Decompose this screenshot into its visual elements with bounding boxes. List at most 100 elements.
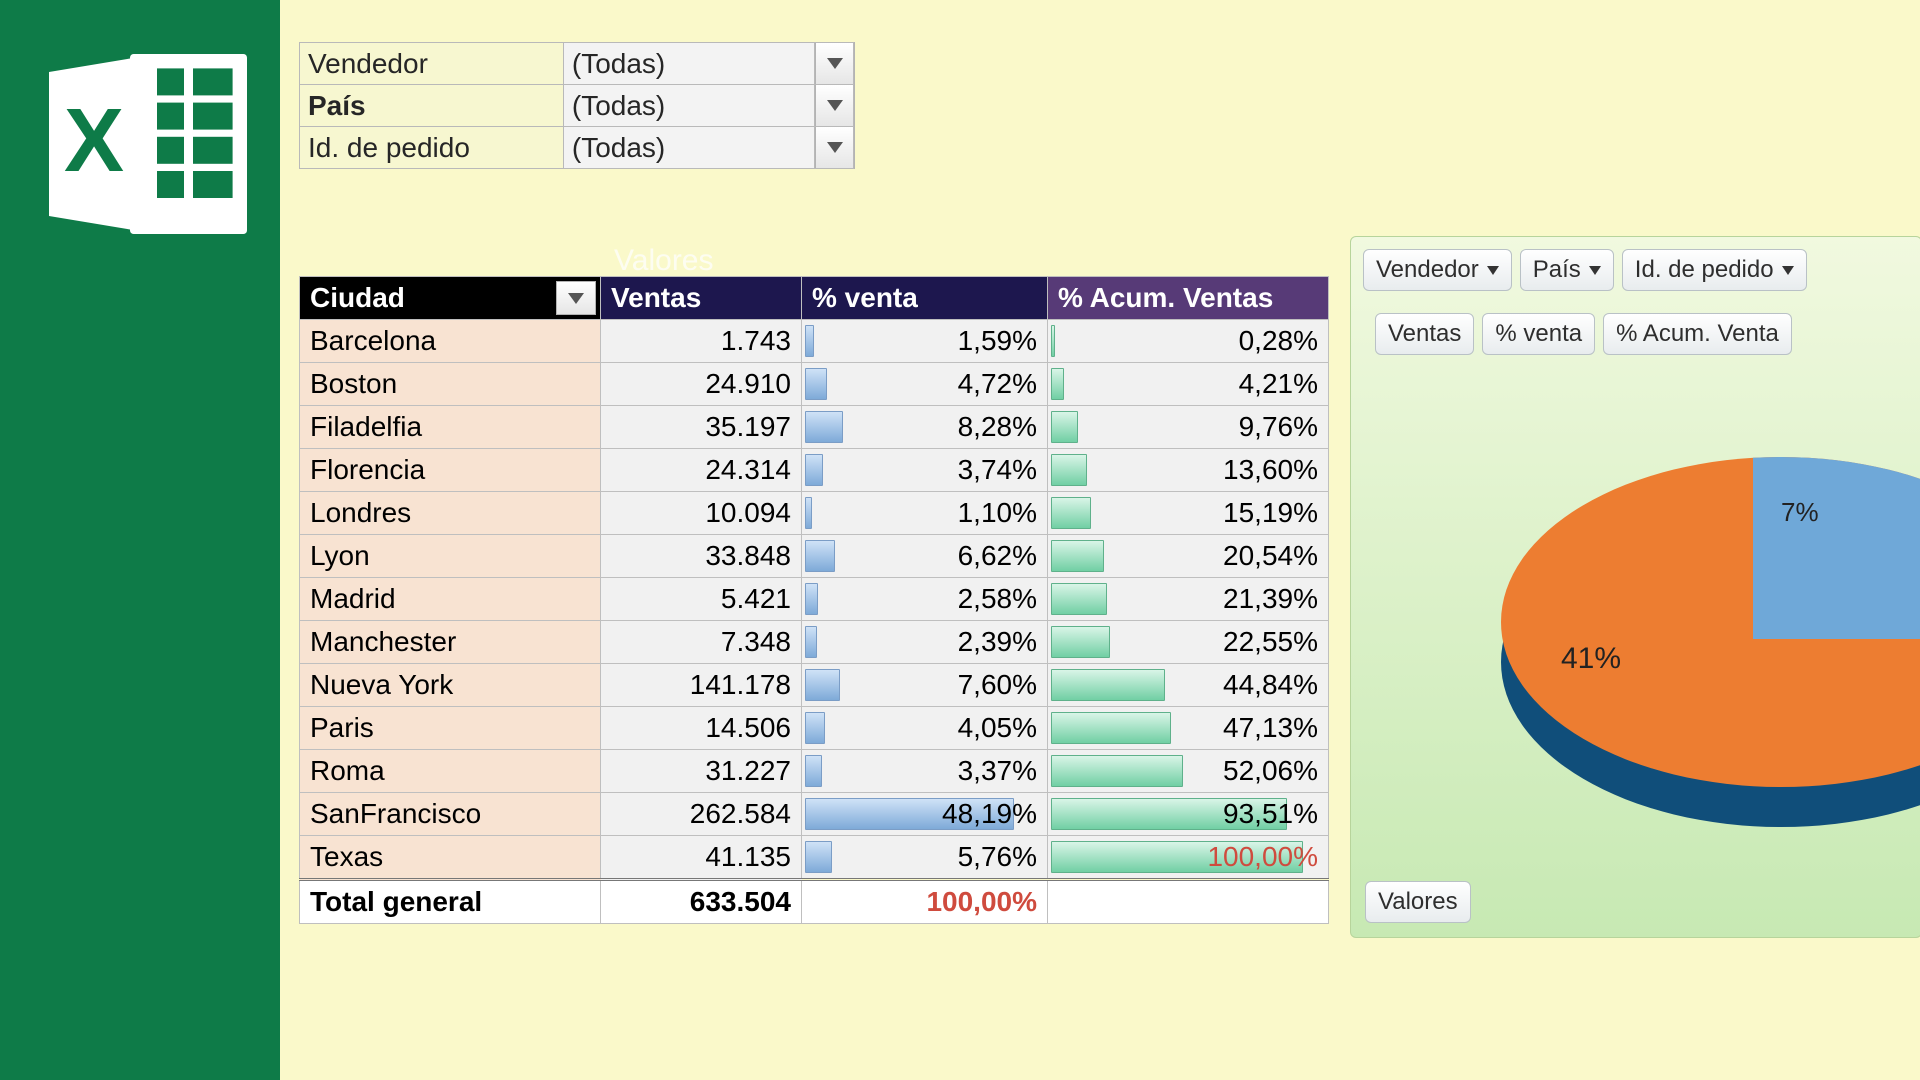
table-row[interactable]: Texas41.1355,76%100,00% (300, 836, 1329, 880)
filter-value[interactable]: (Todas) (563, 43, 814, 85)
chart-value-chip[interactable]: % venta (1482, 313, 1595, 355)
cell-sales: 10.094 (601, 492, 802, 535)
cell-pct: 1,59% (802, 320, 1048, 363)
table-row[interactable]: Manchester7.3482,39%22,55% (300, 621, 1329, 664)
table-row[interactable]: Paris14.5064,05%47,13% (300, 707, 1329, 750)
chart-axis-chip[interactable]: Valores (1365, 881, 1471, 923)
col-header-sales[interactable]: Ventas (601, 277, 802, 320)
cell-city: Barcelona (300, 320, 601, 363)
filter-row: País(Todas) (300, 85, 854, 127)
cell-pct: 4,72% (802, 363, 1048, 406)
cell-sales: 14.506 (601, 707, 802, 750)
chevron-down-icon (1487, 266, 1499, 275)
totals-sales: 633.504 (601, 880, 802, 924)
chart-filter-chip[interactable]: Vendedor (1363, 249, 1512, 291)
totals-cum (1048, 880, 1329, 924)
cell-city: SanFrancisco (300, 793, 601, 836)
filter-dropdown[interactable] (814, 127, 853, 169)
chevron-down-icon (827, 142, 843, 153)
cell-city: Florencia (300, 449, 601, 492)
cell-pct: 4,05% (802, 707, 1048, 750)
pie-chart[interactable] (1501, 437, 1920, 837)
table-row[interactable]: Madrid5.4212,58%21,39% (300, 578, 1329, 621)
cell-sales: 141.178 (601, 664, 802, 707)
totals-row: Total general 633.504 100,00% (300, 880, 1329, 924)
filter-label: País (300, 85, 564, 127)
chevron-down-icon (1782, 266, 1794, 275)
cell-city: Boston (300, 363, 601, 406)
cell-cum-pct: 15,19% (1048, 492, 1329, 535)
table-row[interactable]: Barcelona1.7431,59%0,28% (300, 320, 1329, 363)
chart-filter-chips: VendedorPaísId. de pedido (1351, 237, 1920, 295)
chart-value-chip[interactable]: Ventas (1375, 313, 1474, 355)
cell-cum-pct: 20,54% (1048, 535, 1329, 578)
chart-value-chips: Ventas% venta% Acum. Venta (1351, 309, 1920, 359)
totals-pct: 100,00% (802, 880, 1048, 924)
cell-pct: 3,74% (802, 449, 1048, 492)
chevron-down-icon (827, 58, 843, 69)
table-row[interactable]: SanFrancisco262.58448,19%93,51% (300, 793, 1329, 836)
cell-cum-pct: 13,60% (1048, 449, 1329, 492)
chart-filter-chip[interactable]: Id. de pedido (1622, 249, 1807, 291)
cell-cum-pct: 44,84% (1048, 664, 1329, 707)
cell-city: Filadelfia (300, 406, 601, 449)
cell-cum-pct: 4,21% (1048, 363, 1329, 406)
cell-cum-pct: 100,00% (1048, 836, 1329, 880)
cell-cum-pct: 47,13% (1048, 707, 1329, 750)
table-row[interactable]: Londres10.0941,10%15,19% (300, 492, 1329, 535)
cell-sales: 31.227 (601, 750, 802, 793)
col-header-city[interactable]: Ciudad (300, 277, 601, 320)
cell-pct: 7,60% (802, 664, 1048, 707)
chevron-down-icon (568, 293, 584, 304)
chevron-down-icon (827, 100, 843, 111)
cell-cum-pct: 21,39% (1048, 578, 1329, 621)
col-header-cum-pct[interactable]: % Acum. Ventas (1048, 277, 1329, 320)
cell-city: Nueva York (300, 664, 601, 707)
pie-label-top: 7% (1781, 497, 1819, 528)
cell-pct: 2,39% (802, 621, 1048, 664)
cell-city: Roma (300, 750, 601, 793)
cell-pct: 3,37% (802, 750, 1048, 793)
table-row[interactable]: Roma31.2273,37%52,06% (300, 750, 1329, 793)
city-filter-dropdown[interactable] (556, 281, 596, 315)
filter-label: Id. de pedido (300, 127, 564, 169)
filter-row: Id. de pedido(Todas) (300, 127, 854, 169)
cell-pct: 8,28% (802, 406, 1048, 449)
cell-sales: 7.348 (601, 621, 802, 664)
cell-sales: 24.314 (601, 449, 802, 492)
cell-pct: 5,76% (802, 836, 1048, 880)
filter-value[interactable]: (Todas) (563, 127, 814, 169)
cell-cum-pct: 22,55% (1048, 621, 1329, 664)
col-header-pct[interactable]: % venta (802, 277, 1048, 320)
cell-sales: 33.848 (601, 535, 802, 578)
values-ghost-label: Valores (614, 244, 714, 278)
table-row[interactable]: Florencia24.3143,74%13,60% (300, 449, 1329, 492)
cell-cum-pct: 0,28% (1048, 320, 1329, 363)
cell-city: Londres (300, 492, 601, 535)
table-row[interactable]: Boston24.9104,72%4,21% (300, 363, 1329, 406)
cell-sales: 1.743 (601, 320, 802, 363)
cell-cum-pct: 52,06% (1048, 750, 1329, 793)
filter-value[interactable]: (Todas) (563, 85, 814, 127)
table-row[interactable]: Lyon33.8486,62%20,54% (300, 535, 1329, 578)
cell-cum-pct: 9,76% (1048, 406, 1329, 449)
work-area: Vendedor(Todas)País(Todas)Id. de pedido(… (280, 0, 1920, 1080)
cell-pct: 2,58% (802, 578, 1048, 621)
cell-city: Lyon (300, 535, 601, 578)
cell-pct: 1,10% (802, 492, 1048, 535)
table-row[interactable]: Nueva York141.1787,60%44,84% (300, 664, 1329, 707)
cell-city: Manchester (300, 621, 601, 664)
filter-dropdown[interactable] (814, 43, 853, 85)
excel-icon: X (40, 45, 256, 255)
filter-label: Vendedor (300, 43, 564, 85)
chart-filter-chip[interactable]: País (1520, 249, 1614, 291)
filter-dropdown[interactable] (814, 85, 853, 127)
filter-row: Vendedor(Todas) (300, 43, 854, 85)
cell-sales: 262.584 (601, 793, 802, 836)
cell-sales: 41.135 (601, 836, 802, 880)
left-brand-strip: X (0, 0, 280, 1080)
table-row[interactable]: Filadelfia35.1978,28%9,76% (300, 406, 1329, 449)
chart-value-chip[interactable]: % Acum. Venta (1603, 313, 1792, 355)
report-filters: Vendedor(Todas)País(Todas)Id. de pedido(… (299, 42, 854, 169)
pivot-chart-panel[interactable]: VendedorPaísId. de pedido Ventas% venta%… (1350, 236, 1920, 938)
